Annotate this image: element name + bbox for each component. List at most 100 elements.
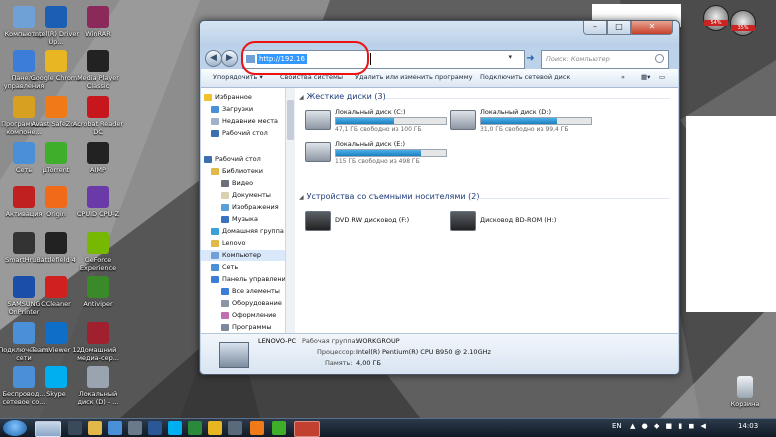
language-indicator[interactable]: EN [612,422,622,430]
drive-h-bd[interactable]: Дисковод BD-ROM (H:) [450,209,620,239]
taskbar-explorer-icon[interactable] [88,421,102,435]
taskbar-explorer-active[interactable] [35,421,61,437]
nav-video[interactable]: Видео [221,178,253,189]
pc-name: LENOVO-PC [258,337,297,345]
drive-free-space: 115 ГБ свободно из 498 ГБ [335,158,420,165]
taskbar-app-icon[interactable] [128,421,142,435]
taskbar-app-icon[interactable] [228,421,242,435]
desktop-icon[interactable]: Локальный диск (D) - ... [72,366,124,406]
user-folder-icon [211,239,219,247]
programs-icon [221,323,229,331]
taskbar-chrome-icon[interactable] [208,421,222,435]
desktop-icon[interactable]: Media Player Classic [72,50,124,90]
taskbar-app-icon[interactable] [188,421,202,435]
desktop-icon[interactable]: Antiviper [72,276,124,308]
nav-desktop-root[interactable]: Рабочий стол [204,154,261,165]
start-button[interactable] [3,420,27,436]
nav-computer[interactable]: Компьютер [201,250,285,261]
app-icon [87,366,109,388]
desktop-icon [211,129,219,137]
desktop-icon[interactable]: GeForce Experience [72,232,124,272]
ram-meter-gadget[interactable]: 35% [730,10,756,36]
taskbar-app-icon[interactable] [108,421,122,435]
search-input[interactable]: Поиск: Компьютер [541,50,669,69]
desktop-icon[interactable]: Домашний медиа-сер... [72,322,124,362]
nav-appearance[interactable]: Оформление [221,310,276,321]
nav-programs[interactable]: Программы [221,322,271,333]
app-icon [45,322,67,344]
desktop-icon-label: CPUID CPU-Z [76,210,120,218]
app-icon [87,186,109,208]
taskbar-word-icon[interactable] [148,421,162,435]
uninstall-program-button[interactable]: Удалить или изменить программу [355,73,472,81]
white-panel-right [686,116,776,312]
nav-label: Программы [232,323,272,331]
view-options-icon[interactable]: ▦▾ [641,73,650,81]
nav-lenovo[interactable]: Lenovo [211,238,245,249]
taskbar-skype-icon[interactable] [168,421,182,435]
nav-images[interactable]: Изображения [221,202,279,213]
images-icon [221,203,229,211]
nav-downloads[interactable]: Загрузки [211,104,253,115]
hard-drive-icon [450,110,476,130]
clock[interactable]: 14:03 [738,422,758,430]
navigation-scrollbar[interactable] [285,88,295,333]
nav-network[interactable]: Сеть [211,262,238,273]
nav-recent-places[interactable]: Недавние места [211,116,278,127]
desktop-icon-label: Локальный диск (D) - ... [77,390,119,406]
minimize-button[interactable]: – [583,21,607,35]
map-network-drive-button[interactable]: Подключить сетевой диск [480,73,570,81]
group-removable[interactable]: ◢ Устройства со съемными носителями (2) [299,192,479,201]
nav-libraries[interactable]: Библиотеки [211,166,263,177]
desktop-icon[interactable]: Acrobat Reader DC [72,96,124,136]
nav-label: Недавние места [222,117,278,125]
nav-music[interactable]: Музыка [221,214,258,225]
preview-pane-icon[interactable]: ▭ [659,73,665,81]
desktop-icon[interactable]: CPUID CPU-Z [72,186,124,218]
video-icon [221,179,229,187]
nav-documents[interactable]: Документы [221,190,271,201]
nav-desktop[interactable]: Рабочий стол [211,128,268,139]
taskbar-utorrent-icon[interactable] [272,421,286,435]
nav-label: Библиотеки [222,167,263,175]
nav-hardware[interactable]: Оборудование [221,298,282,309]
desktop-icon[interactable]: AIMP [72,142,124,174]
more-commands-button[interactable]: » [621,73,625,81]
memory-value: 4,00 ГБ [356,359,381,367]
app-icon [87,142,109,164]
back-button[interactable]: ◀ [205,50,222,67]
address-dropdown-icon[interactable]: ▾ [508,53,512,61]
desktop-icon[interactable]: WinRAR [72,6,124,38]
forward-button[interactable]: ▶ [221,50,238,67]
nav-label: Компьютер [222,251,261,259]
drive-free-space: 47,1 ГБ свободно из 100 ГБ [335,126,422,133]
desktop-icon-label: Antiviper [83,300,113,308]
nav-control-panel[interactable]: Панель управления [211,274,285,285]
cpu-meter-gadget[interactable]: 54% [703,5,729,31]
taskbar-media-icon[interactable] [68,421,82,435]
go-arrow-icon[interactable]: ➜ [524,52,537,65]
desktop-icon-recycle-bin[interactable]: Корзина [719,376,771,408]
scrollbar-thumb[interactable] [287,100,294,140]
desktop-icon-label: Домашний медиа-сер... [77,346,119,362]
tray-icons[interactable]: ▲ ● ◆ ■ ▮ ◼ ◀ [630,422,708,430]
nav-homegroup[interactable]: Домашняя группа [211,226,284,237]
close-button[interactable]: ✕ [631,21,673,35]
appearance-icon [221,311,229,319]
nav-favorites[interactable]: Избранное [204,92,252,103]
control-panel-icon [221,287,229,295]
nav-label: Все элементы [232,287,280,295]
nav-label: Избранное [215,93,252,101]
taskbar-app-active[interactable] [294,421,320,437]
drive-e[interactable]: Локальный диск (E:) 115 ГБ свободно из 4… [305,140,475,170]
taskbar-avast-icon[interactable] [250,421,264,435]
cpu-value: 54% [704,20,728,26]
library-icon [211,167,219,175]
app-icon [45,232,67,254]
drive-d[interactable]: Локальный диск (D:) 31,0 ГБ свободно из … [450,108,620,138]
nav-label: Lenovo [222,239,246,247]
group-hard-drives[interactable]: ◢ Жесткие диски (3) [299,92,386,101]
nav-all-items[interactable]: Все элементы [221,286,280,297]
nav-label: Рабочий стол [215,155,261,163]
maximize-button[interactable]: □ [607,21,631,35]
